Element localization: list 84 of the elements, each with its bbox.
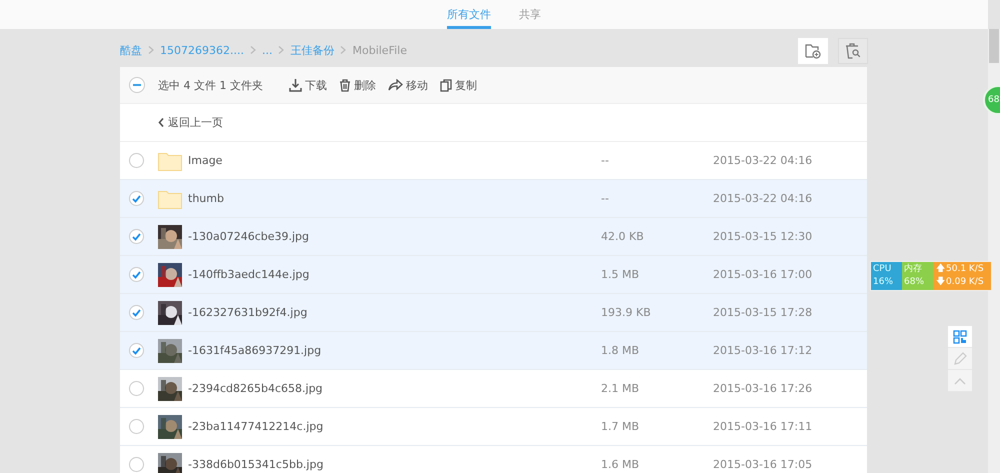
file-date: 2015-03-16 17:26	[713, 382, 812, 395]
download-button[interactable]: 下载	[288, 78, 327, 92]
recycle-bin-search-button[interactable]	[838, 38, 868, 64]
folder-icon	[158, 150, 182, 170]
file-row[interactable]: -338d6b015341c5bb.jpg 1.6 MB 2015-03-16 17:05	[120, 446, 867, 473]
trash-icon	[338, 78, 351, 92]
file-size: 42.0 KB	[601, 230, 645, 243]
file-size: 1.6 MB	[601, 458, 640, 471]
folder-icon	[158, 188, 182, 208]
chevron-up-icon	[954, 376, 966, 384]
row-checkbox[interactable]	[129, 457, 144, 472]
upload-arrow-icon: 🡅	[936, 263, 946, 276]
row-checkbox[interactable]	[129, 229, 144, 244]
download-arrow-icon: 🡇	[936, 276, 946, 289]
check-icon	[132, 308, 141, 316]
file-size: --	[601, 192, 610, 205]
selection-count: 选中 4 文件 1 文件夹	[158, 78, 263, 92]
file-row[interactable]: -23ba11477412214c.jpg 1.7 MB 2015-03-16 17:11	[120, 408, 867, 446]
chevron-icon	[340, 46, 346, 54]
file-date: 2015-03-16 17:12	[713, 344, 812, 357]
chevron-left-icon	[158, 118, 164, 127]
file-size: 1.8 MB	[601, 344, 640, 357]
row-checkbox[interactable]	[129, 267, 144, 282]
file-size: --	[601, 154, 610, 167]
file-date: 2015-03-22 04:16	[713, 154, 812, 167]
file-size: 193.9 KB	[601, 306, 652, 319]
download-icon	[288, 78, 302, 92]
qr-code-icon	[953, 330, 967, 344]
qr-code-button[interactable]	[948, 326, 972, 348]
file-name: Image	[188, 154, 224, 167]
chevron-icon	[148, 46, 154, 54]
file-name: thumb	[188, 192, 225, 205]
check-icon	[132, 346, 141, 354]
share-arrow-icon	[388, 79, 403, 91]
pencil-icon	[954, 352, 966, 365]
move-button[interactable]: 移动	[388, 78, 428, 92]
file-name: -338d6b015341c5bb.jpg	[188, 458, 324, 471]
file-name: -1631f45a86937291.jpg	[188, 344, 322, 357]
row-checkbox[interactable]	[129, 191, 144, 206]
file-date: 2015-03-22 04:16	[713, 192, 812, 205]
file-row[interactable]: -1631f45a86937291.jpg 1.8 MB 2015-03-16 17:12	[120, 332, 867, 370]
chevron-icon	[278, 46, 284, 54]
file-row[interactable]: -2394cd8265b4c658.jpg 2.1 MB 2015-03-16 17:26	[120, 370, 867, 408]
new-folder-button[interactable]	[798, 38, 828, 64]
trash-search-icon	[845, 43, 861, 59]
back-link[interactable]: 返回上一页	[158, 115, 223, 130]
memory-label: 内存	[904, 263, 923, 276]
row-checkbox[interactable]	[129, 381, 144, 396]
delete-button[interactable]: 删除	[338, 78, 376, 92]
row-checkbox[interactable]	[129, 153, 144, 168]
chevron-icon	[250, 46, 256, 54]
file-name: -140ffb3aedc144e.jpg	[188, 268, 310, 281]
memory-value: 68%	[904, 276, 926, 289]
copy-button[interactable]: 复制	[440, 78, 477, 92]
cpu-label: CPU	[873, 263, 892, 276]
file-name: -23ba11477412214c.jpg	[188, 420, 324, 433]
file-row[interactable]: -162327631b92f4.jpg 193.9 KB 2015-03-15 17:28	[120, 294, 867, 332]
download-speed: 0.09 K/S	[946, 276, 985, 289]
scrollbar[interactable]	[988, 29, 1000, 473]
select-all-checkbox[interactable]	[129, 77, 145, 93]
file-date: 2015-03-15 12:30	[713, 230, 812, 243]
copy-icon	[440, 78, 452, 92]
file-size: 1.7 MB	[601, 420, 640, 433]
cpu-value: 16%	[873, 276, 894, 289]
file-row[interactable]: thumb -- 2015-03-22 04:16	[120, 180, 867, 218]
check-icon	[132, 232, 141, 240]
file-name: -162327631b92f4.jpg	[188, 306, 308, 319]
file-name: -2394cd8265b4c658.jpg	[188, 382, 324, 395]
folder-plus-icon	[805, 43, 821, 59]
file-date: 2015-03-15 17:28	[713, 306, 812, 319]
file-row[interactable]: -130a07246cbe39.jpg 42.0 KB 2015-03-15 12:30	[120, 218, 867, 256]
file-size: 1.5 MB	[601, 268, 640, 281]
file-date: 2015-03-16 17:00	[713, 268, 812, 281]
file-size: 2.1 MB	[601, 382, 640, 395]
file-name: -130a07246cbe39.jpg	[188, 230, 310, 243]
row-checkbox[interactable]	[129, 343, 144, 358]
check-icon	[132, 270, 141, 278]
file-date: 2015-03-16 17:11	[713, 420, 812, 433]
check-icon	[132, 194, 141, 202]
file-date: 2015-03-16 17:05	[713, 458, 812, 471]
file-row[interactable]: -140ffb3aedc144e.jpg 1.5 MB 2015-03-16 17:00	[120, 256, 867, 294]
upload-speed: 50.1 K/S	[946, 263, 985, 276]
row-checkbox[interactable]	[129, 305, 144, 320]
row-checkbox[interactable]	[129, 419, 144, 434]
